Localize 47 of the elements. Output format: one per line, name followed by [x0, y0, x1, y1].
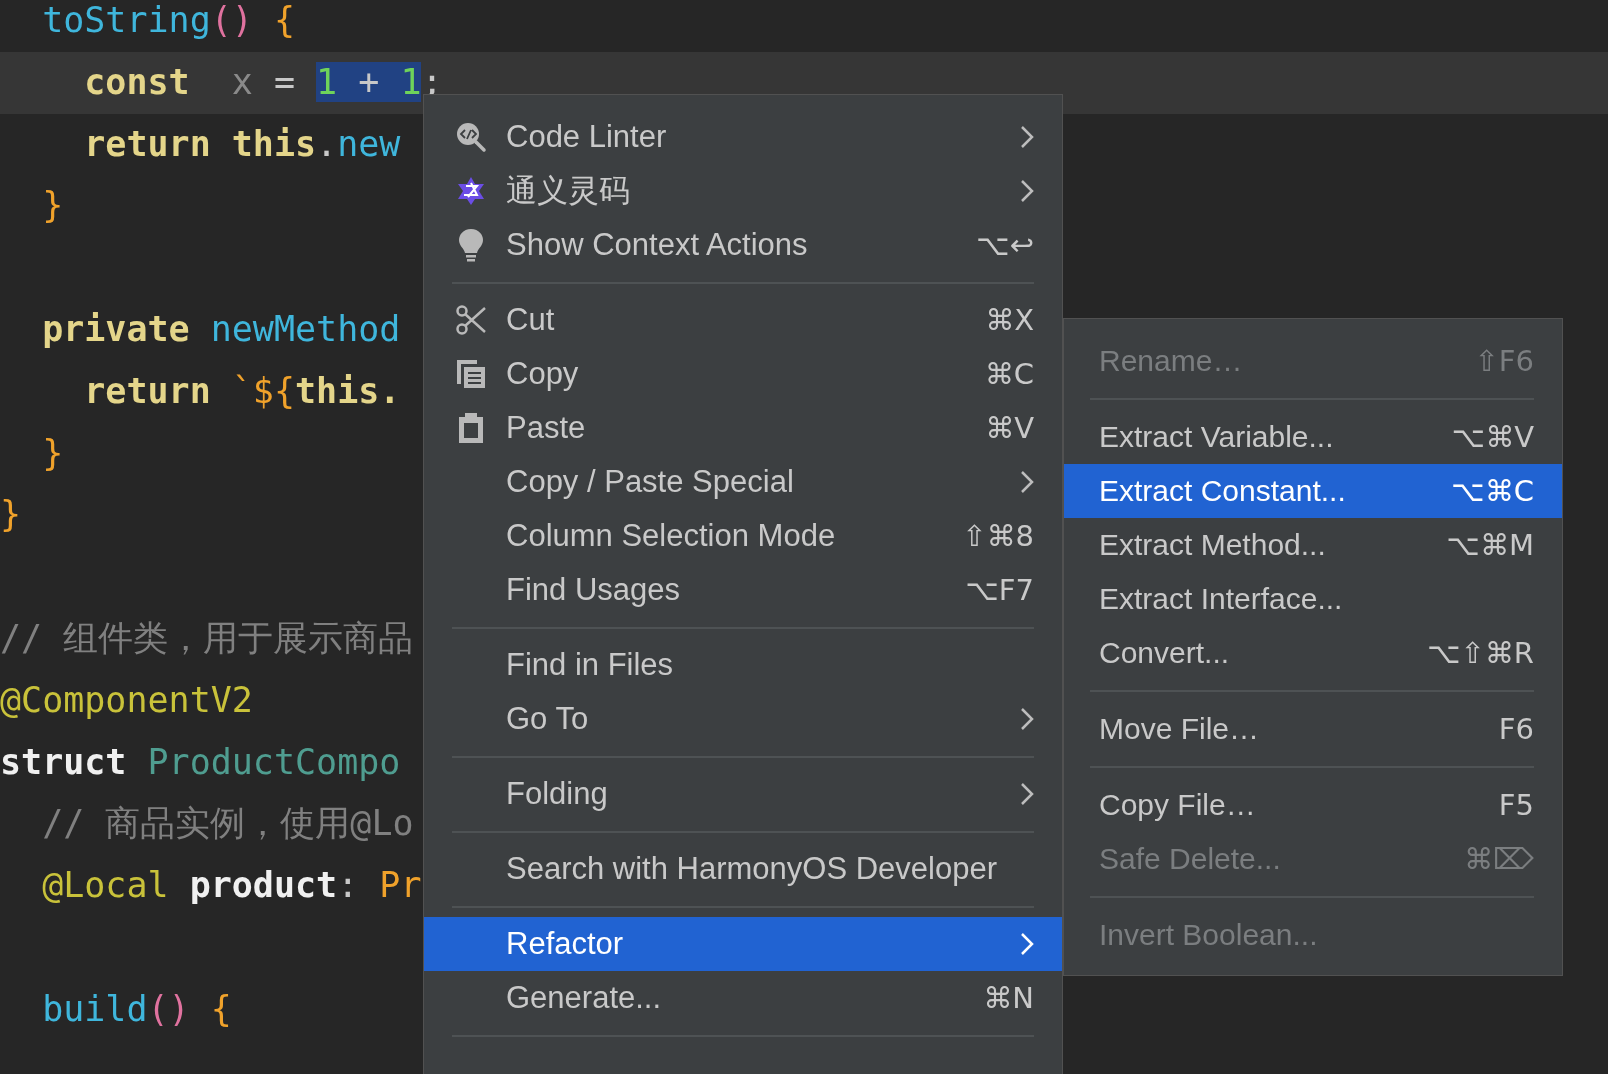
- menu-item[interactable]: Extract Method... ⌥⌘M: [1064, 518, 1562, 572]
- chevron-right-icon: [1020, 125, 1034, 149]
- menu-item[interactable]: Cut ⌘X: [424, 293, 1062, 347]
- code-text: // 组件类，用于展示商品: [0, 617, 414, 658]
- menu-item[interactable]: Extract Interface...: [1064, 572, 1562, 626]
- code-text: toString() {: [41, 0, 296, 40]
- scissors-icon: [455, 304, 487, 336]
- menu-item[interactable]: Find Usages ⌥F7: [424, 563, 1062, 617]
- menu-item[interactable]: Paste ⌘V: [424, 401, 1062, 455]
- menu-item[interactable]: Copy / Paste Special: [424, 455, 1062, 509]
- code-text: return `${this.: [83, 370, 401, 411]
- copy-icon: [455, 358, 487, 390]
- chevron-right-icon: [1020, 782, 1034, 806]
- chevron-right-icon: [1020, 932, 1034, 956]
- code-text: private newMethod: [41, 309, 401, 349]
- code-search-icon: [455, 121, 487, 153]
- menu-item[interactable]: Search with HarmonyOS Developer: [424, 842, 1062, 896]
- chevron-right-icon: [1020, 470, 1034, 494]
- star-logo-icon: [455, 175, 487, 207]
- menu-item[interactable]: Generate... ⌘N: [424, 971, 1062, 1025]
- menu-item[interactable]: Folding: [424, 767, 1062, 821]
- code-text: }: [0, 494, 22, 535]
- chevron-right-icon: [1020, 707, 1034, 731]
- lightbulb-icon: [458, 228, 484, 262]
- menu-item[interactable]: Move File… F6: [1064, 702, 1562, 756]
- menu-item[interactable]: Find in Files: [424, 638, 1062, 692]
- menu-item[interactable]: Show Context Actions ⌥↩: [424, 218, 1062, 272]
- menu-item[interactable]: Copy ⌘C: [424, 347, 1062, 401]
- code-text: build() {: [41, 988, 232, 1029]
- menu-item[interactable]: Extract Constant... ⌥⌘C: [1064, 464, 1562, 518]
- menu-item[interactable]: Go To: [424, 692, 1062, 746]
- code-text: }: [41, 432, 64, 473]
- menu-item[interactable]: Copy File… F5: [1064, 778, 1562, 832]
- code-text: struct ProductCompo: [0, 741, 401, 782]
- menu-item[interactable]: Column Selection Mode ⇧⌘8: [424, 509, 1062, 563]
- clipboard-icon: [457, 412, 485, 444]
- menu-item[interactable]: Convert... ⌥⇧⌘R: [1064, 626, 1562, 680]
- code-text: @Local product: Pr: [41, 865, 422, 906]
- menu-item[interactable]: Extract Variable... ⌥⌘V: [1064, 410, 1562, 464]
- menu-item[interactable]: 通义灵码: [424, 164, 1062, 218]
- code-text: }: [41, 185, 64, 226]
- code-text: // 商品实例，使用@Lo: [41, 803, 414, 844]
- menu-item[interactable]: Refactor: [424, 917, 1062, 971]
- code-text: @ComponentV2: [0, 679, 253, 720]
- chevron-right-icon: [1020, 179, 1034, 203]
- code-text: return this.new: [83, 123, 401, 164]
- menu-item[interactable]: Code Linter: [424, 110, 1062, 164]
